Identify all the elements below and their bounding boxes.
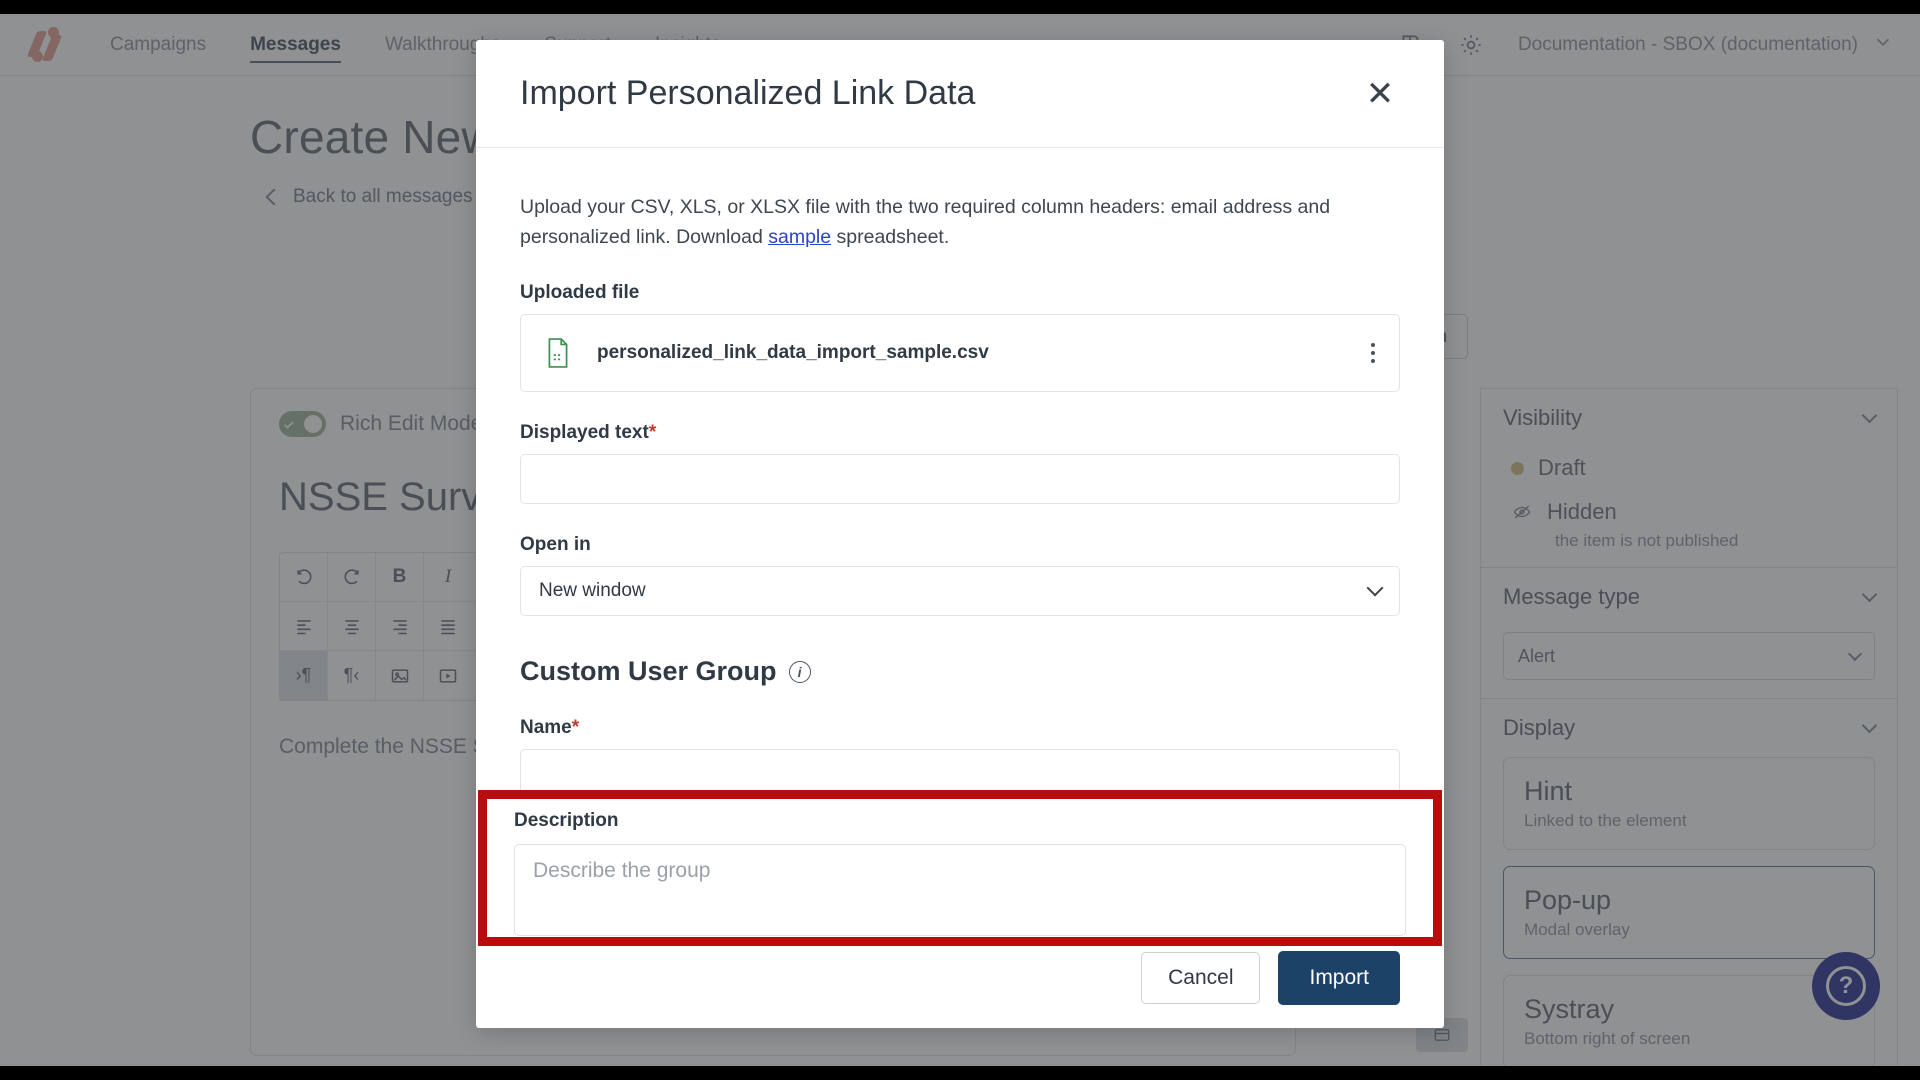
info-icon[interactable]: i [788,660,811,683]
intro-part-2: spreadsheet. [831,226,950,249]
open-in-value: New window [539,580,646,602]
open-in-label: Open in [520,534,591,556]
close-icon[interactable]: ✕ [1360,74,1400,114]
required-asterisk: * [648,422,657,444]
group-name-label: Name* [520,717,1400,739]
open-in-select[interactable]: New window [520,566,1400,617]
displayed-text-label-text: Displayed text [520,422,649,444]
displayed-text-input[interactable] [520,454,1400,505]
required-asterisk: * [571,717,580,739]
custom-user-group-heading: Custom User Group i [520,656,1400,687]
cancel-button[interactable]: Cancel [1141,952,1261,1004]
group-name-label-text: Name [520,717,572,739]
chevron-down-icon [1366,579,1384,597]
modal-intro-text: Upload your CSV, XLS, or XLSX file with … [520,192,1400,252]
uploaded-file-name: personalized_link_data_import_sample.csv [597,342,989,364]
uploaded-file-row: personalized_link_data_import_sample.csv [520,314,1400,393]
sample-download-link[interactable]: sample [768,226,831,248]
highlight-annotation-box [478,790,1442,946]
letterbox-top [0,0,1920,14]
displayed-text-label: Displayed text* [520,422,1400,444]
kebab-menu-icon[interactable] [1371,343,1375,364]
csv-file-icon [545,338,571,369]
modal-title: Import Personalized Link Data [520,74,976,112]
screen: Campaigns Messages Walkthroughs Support … [0,0,1920,1080]
import-button[interactable]: Import [1278,951,1400,1005]
letterbox-bottom [0,1066,1920,1080]
uploaded-file-label: Uploaded file [520,282,640,304]
modal-header: Import Personalized Link Data ✕ [476,40,1444,148]
custom-user-group-title: Custom User Group [520,656,777,687]
